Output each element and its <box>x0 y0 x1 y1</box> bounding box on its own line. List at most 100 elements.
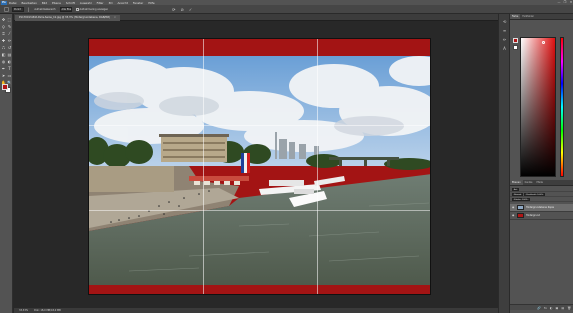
document-tab-bar: P1170013-Bild-Paris-Seine_11.jpg @ 33,3%… <box>14 14 498 21</box>
foreground-color-swatch[interactable] <box>2 84 8 90</box>
right-panels: Farbe Farbfelder Ebenen Kanäle Pfade Art… <box>510 14 573 313</box>
menu-file[interactable]: Datei <box>9 1 16 5</box>
delete-layer-icon[interactable]: 🗑 <box>567 306 571 310</box>
gradient-tool-icon[interactable]: ▤ <box>7 52 12 57</box>
rotate-icon[interactable]: ⟳ <box>172 7 175 12</box>
paris-seine-photo <box>89 56 430 285</box>
layer-row[interactable]: ◉ Hintergrund <box>510 212 573 220</box>
sampling-ring-label: Aufnahmering anzeigen <box>79 7 109 11</box>
tools-panel: ✥ ⬚ ϙ ✎ ⌗ ⁄ ✚ ✏ ⎍ ↺ ◧ ▤ ◍ ◐ ✒ T ➤ ▭ ✋ 🔍 <box>0 14 13 313</box>
adjustment-layer-icon[interactable]: ▣ <box>556 306 559 310</box>
menu-image[interactable]: Bild <box>42 1 47 5</box>
menu-type[interactable]: Schrift <box>66 1 75 5</box>
tab-channels[interactable]: Kanäle <box>523 180 535 185</box>
blur-tool-icon[interactable]: ◍ <box>1 59 6 64</box>
color-panel-background-swatch[interactable] <box>513 45 518 50</box>
rule-of-thirds-guide <box>89 210 430 211</box>
dodge-tool-icon[interactable]: ◐ <box>7 59 12 64</box>
opacity-field[interactable]: Deckkraft: 100% <box>524 192 545 196</box>
layer-mask-icon[interactable]: ◐ <box>550 306 553 310</box>
brush-tool-icon[interactable]: ✏ <box>7 38 12 43</box>
commit-icon[interactable]: ✓ <box>189 7 192 12</box>
layers-footer: 🔗 fx ◐ ▣ ▤ 🗑 <box>510 304 573 310</box>
layer-row[interactable]: ◉ Hintergrundebene Kopie <box>510 204 573 212</box>
menu-edit[interactable]: Bearbeiten <box>21 1 36 5</box>
separator-icon: | <box>28 6 30 12</box>
tab-paths[interactable]: Pfade <box>534 180 544 185</box>
menu-select[interactable]: Auswahl <box>80 1 92 5</box>
menu-3d[interactable]: 3D <box>109 1 113 5</box>
red-band-top <box>89 39 430 56</box>
shape-tool-icon[interactable]: ▭ <box>7 73 12 78</box>
layer-name: Hintergrundebene Kopie <box>526 206 554 209</box>
path-select-tool-icon[interactable]: ➤ <box>1 73 6 78</box>
rule-of-thirds-guide <box>89 125 430 126</box>
pen-tool-icon[interactable]: ✒ <box>1 66 6 71</box>
rule-of-thirds-guide <box>203 39 204 294</box>
eraser-tool-icon[interactable]: ◧ <box>1 52 6 57</box>
color-picker-field[interactable] <box>520 37 556 177</box>
stamp-tool-icon[interactable]: ⎍ <box>1 45 6 50</box>
visibility-eye-icon[interactable]: ◉ <box>512 206 515 209</box>
character-panel-icon[interactable]: A <box>502 46 507 51</box>
menu-layer[interactable]: Ebene <box>52 1 61 5</box>
layer-kind-filter[interactable]: Art <box>512 187 519 191</box>
layer-name: Hintergrund <box>526 214 540 217</box>
red-band-bottom <box>89 285 430 294</box>
color-panel-tabs: Farbe Farbfelder <box>510 14 573 20</box>
history-brush-tool-icon[interactable]: ↺ <box>7 45 12 50</box>
tab-layers[interactable]: Ebenen <box>510 180 523 185</box>
rule-of-thirds-guide <box>317 39 318 294</box>
fill-field[interactable]: Fläche: 100% <box>512 197 530 201</box>
sampling-ring-checkbox[interactable] <box>75 7 79 11</box>
collapsed-panels-dock: ⟲ ≡ ✏ A <box>498 14 510 313</box>
color-picker-cursor[interactable] <box>542 41 545 44</box>
fill-row: Fläche: 100% <box>510 197 573 202</box>
crop-tool-icon[interactable]: ⌗ <box>1 31 6 36</box>
sample-size-select[interactable]: Punkt <box>12 6 24 12</box>
tab-color[interactable]: Farbe <box>510 14 521 19</box>
healing-tool-icon[interactable]: ✚ <box>1 38 6 43</box>
maximize-icon[interactable]: ❐ <box>563 1 567 4</box>
options-bar: Punkt | Aufnahmebereich Alle Ebenen Aufn… <box>0 5 573 14</box>
minimize-icon[interactable]: — <box>557 1 561 4</box>
sample-label: Aufnahmebereich <box>34 7 56 11</box>
color-panel-foreground-swatch[interactable] <box>513 38 518 43</box>
new-layer-icon[interactable]: ▤ <box>561 306 564 310</box>
properties-panel-icon[interactable]: ≡ <box>502 28 507 33</box>
link-layers-icon[interactable]: 🔗 <box>537 306 541 310</box>
move-tool-icon[interactable]: ✥ <box>1 17 6 22</box>
quick-select-tool-icon[interactable]: ✎ <box>7 24 12 29</box>
marquee-tool-icon[interactable]: ⬚ <box>7 17 12 22</box>
document-canvas[interactable] <box>88 38 431 295</box>
eyedropper-tool-icon[interactable]: ⁄ <box>7 31 12 36</box>
brushes-panel-icon[interactable]: ✏ <box>502 37 507 42</box>
history-panel-icon[interactable]: ⟲ <box>502 19 507 24</box>
layer-style-icon[interactable]: fx <box>544 306 547 310</box>
layer-thumbnail <box>517 205 524 210</box>
layers-panel: Ebenen Kanäle Pfade Art Normal Deckkraft… <box>510 180 573 313</box>
sample-layers-select[interactable]: Alle Ebenen <box>59 6 72 12</box>
layers-panel-tabs: Ebenen Kanäle Pfade <box>510 180 573 186</box>
photoshop-logo-icon: Ps <box>1 0 7 5</box>
document-tab[interactable]: P1170013-Bild-Paris-Seine_11.jpg @ 33,3%… <box>15 15 120 21</box>
layer-thumbnail <box>517 213 524 218</box>
cancel-icon[interactable]: ⊘ <box>181 7 184 12</box>
blend-mode-select[interactable]: Normal <box>512 192 524 196</box>
menu-window[interactable]: Fenster <box>133 1 143 5</box>
status-bar: 33,33% Dok: 18,0 MB/18,0 MB <box>14 308 498 313</box>
photo-svg <box>89 56 430 285</box>
type-tool-icon[interactable]: T <box>7 66 12 71</box>
menu-filter[interactable]: Filter <box>97 1 104 5</box>
eyedropper-preset-icon[interactable] <box>4 6 9 12</box>
document-tab-title: P1170013-Bild-Paris-Seine_11.jpg @ 33,3%… <box>19 16 111 19</box>
tab-swatches[interactable]: Farbfelder <box>520 14 536 19</box>
menu-view[interactable]: Ansicht <box>117 1 127 5</box>
zoom-level[interactable]: 33,33% <box>19 309 28 312</box>
visibility-eye-icon[interactable]: ◉ <box>512 214 515 217</box>
menu-help[interactable]: Hilfe <box>148 1 154 5</box>
close-icon[interactable]: ✕ <box>569 1 573 4</box>
close-tab-icon[interactable]: × <box>114 16 116 19</box>
hue-slider[interactable] <box>560 37 564 177</box>
lasso-tool-icon[interactable]: ϙ <box>1 24 6 29</box>
